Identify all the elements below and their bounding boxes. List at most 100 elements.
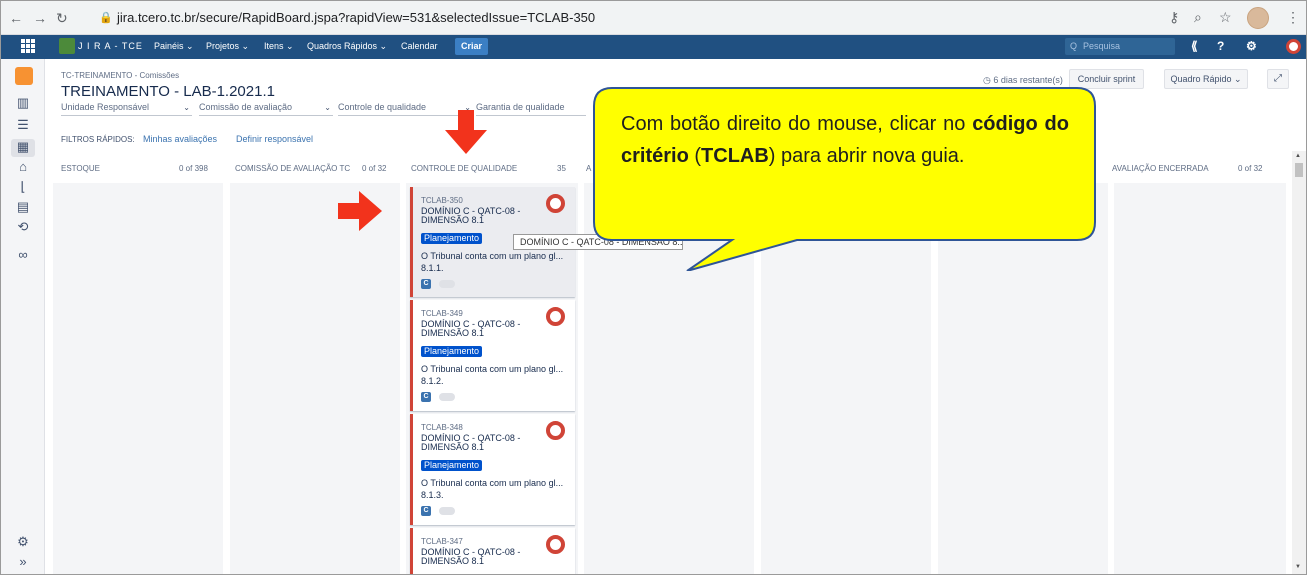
issue-description: O Tribunal conta com um plano gl... 8.1.1… [421,250,571,274]
star-icon[interactable]: ☆ [1219,9,1232,26]
issue-description: O Tribunal conta com um plano gl... 8.1.3… [421,477,571,501]
issue-key[interactable]: TCLAB-347 [421,537,463,546]
quick-filters-label: FILTROS RÁPIDOS: [61,135,135,144]
create-button[interactable]: Criar [455,38,488,55]
profile-avatar[interactable] [1247,7,1269,29]
column-count: 0 of 32 [362,164,387,173]
column-count: 0 of 398 [179,164,208,173]
fullscreen-icon[interactable]: ⤢ [1267,69,1289,89]
desc-line: O Tribunal conta com um plano gl... [421,364,564,374]
scroll-thumb[interactable] [1295,163,1303,177]
column-header: ESTOQUE [61,164,100,173]
column-header: AVALIAÇÃO ENCERRADA [1112,164,1209,173]
estimate-badge [439,393,455,401]
vertical-scrollbar[interactable]: ▲ ▼ [1292,151,1306,574]
forward-icon[interactable]: → [33,10,47,26]
nav-itens[interactable]: Itens ⌄ [264,41,294,52]
issue-summary: DOMÍNIO C - QATC-08 - DIMENSÃO 8.1 [421,319,521,338]
issue-type-icon: C [421,279,431,289]
scroll-up-icon[interactable]: ▲ [1295,153,1301,159]
key-icon[interactable]: ⚷ [1169,9,1179,26]
assignee-avatar[interactable] [546,535,565,554]
issues-icon[interactable]: ▤ [1,199,45,215]
desc-line: 8.1.3. [421,490,444,500]
quick-filter-definir[interactable]: Definir responsável [236,134,313,144]
column-estoque [53,183,223,574]
issue-card[interactable]: TCLAB-349 DOMÍNIO C - QATC-08 - DIMENSÃO… [410,300,575,411]
lock-icon: 🔒 [99,12,113,24]
callout-text-part: Com botão direito do mouse, clicar no [621,113,973,135]
project-sidebar: ▥ ☰ ▦ ⌂ ⌊ ▤ ⟲ ∞ ⚙ » [1,59,45,574]
logo-icon[interactable] [59,38,75,54]
desc-line: 8.1.1. [421,263,444,273]
link-icon[interactable]: ∞ [1,247,45,262]
down-arrow-annotation [445,110,487,154]
project-avatar-icon[interactable] [15,67,33,85]
assignee-avatar[interactable] [546,307,565,326]
reports-icon[interactable]: ⌂ [1,159,45,174]
backlog-icon[interactable]: ▥ [1,95,45,111]
zoom-icon[interactable]: ⌕ [1194,9,1202,26]
issue-key[interactable]: TCLAB-348 [421,423,463,432]
estimate-badge [439,280,455,288]
reload-icon[interactable]: ↻ [56,10,68,27]
issue-type-icon: C [421,392,431,402]
column-encerrada [1114,183,1286,574]
desc-line: O Tribunal conta com um plano gl... [421,478,564,488]
back-icon[interactable]: ← [9,10,23,26]
quick-filter-minhas[interactable]: Minhas avaliações [143,134,217,144]
filter-label: Comissão de avaliação [199,102,293,112]
nav-quadros-rapidos[interactable]: Quadros Rápidos ⌄ [307,41,387,52]
callout-text-part: ( [688,145,702,167]
notifications-icon[interactable]: ⟪ [1191,39,1198,53]
menu-icon[interactable]: ⋮ [1286,9,1300,26]
nav-calendar[interactable]: Calendar [401,41,438,51]
column-header: A [586,164,592,173]
user-avatar[interactable] [1286,39,1301,54]
callout-text: Com botão direito do mouse, clicar no có… [621,108,1069,172]
issue-summary: DOMÍNIO C - QATC-08 - DIMENSÃO 8.1 [421,433,521,452]
filter-garantia[interactable]: Garantia de qualidade [476,102,586,116]
page-title: TREINAMENTO - LAB-1.2021.1 [61,83,275,100]
column-count: 0 of 32 [1238,164,1263,173]
search-input[interactable]: Q Pesquisa [1065,38,1175,55]
filter-unidade[interactable]: Unidade Responsável ⌄ [61,102,192,116]
chart-icon[interactable]: ⌊ [1,179,45,195]
column-header: COMISSÃO DE AVALIAÇÃO TC [235,164,351,173]
epic-label: Planejamento [421,460,483,471]
scroll-down-icon[interactable]: ▼ [1295,564,1301,570]
search-icon: Q [1070,41,1078,51]
nav-projetos[interactable]: Projetos ⌄ [206,41,249,52]
issue-card[interactable]: TCLAB-348 DOMÍNIO C - QATC-08 - DIMENSÃO… [410,414,575,525]
chevron-down-icon: ⌄ [324,103,331,112]
expand-sidebar-icon[interactable]: » [1,554,45,569]
desc-line: O Tribunal conta com um plano gl... [421,251,564,261]
issue-type-icon: C [421,506,431,516]
help-icon[interactable]: ? [1217,39,1224,53]
project-settings-icon[interactable]: ⚙ [1,534,45,550]
assignee-avatar[interactable] [546,194,565,213]
desc-line: 8.1.2. [421,376,444,386]
browser-toolbar: ← → ↻ 🔒 jira.tcero.tc.br/secure/RapidBoa… [1,1,1306,35]
issue-card[interactable]: TCLAB-347 DOMÍNIO C - QATC-08 - DIMENSÃO… [410,528,575,574]
logo-text[interactable]: J I R A - TCE [78,41,143,51]
releases-icon[interactable]: ☰ [1,117,45,133]
url-text: jira.tcero.tc.br/secure/RapidBoard.jspa?… [117,10,596,25]
search-placeholder: Pesquisa [1083,41,1121,51]
right-arrow-annotation [338,191,382,231]
issue-summary: DOMÍNIO C - QATC-08 - DIMENSÃO 8.1 [421,547,521,566]
filter-comissao[interactable]: Comissão de avaliação ⌄ [199,102,333,116]
breadcrumb[interactable]: TC-TREINAMENTO - Comissões [61,71,179,80]
assignee-avatar[interactable] [546,421,565,440]
address-bar[interactable]: 🔒 jira.tcero.tc.br/secure/RapidBoard.jsp… [95,6,1260,30]
nav-paineis[interactable]: Painéis ⌄ [154,41,194,52]
issue-key[interactable]: TCLAB-350 [421,196,463,205]
components-icon[interactable]: ⟲ [1,219,45,235]
quick-board-button[interactable]: Quadro Rápido ⌄ [1164,69,1248,89]
app-switcher-icon[interactable] [21,39,35,53]
column-comissao [230,183,400,574]
settings-icon[interactable]: ⚙ [1246,39,1257,53]
epic-label: Planejamento [421,233,483,244]
board-icon[interactable]: ▦ [1,139,45,155]
issue-key[interactable]: TCLAB-349 [421,309,463,318]
